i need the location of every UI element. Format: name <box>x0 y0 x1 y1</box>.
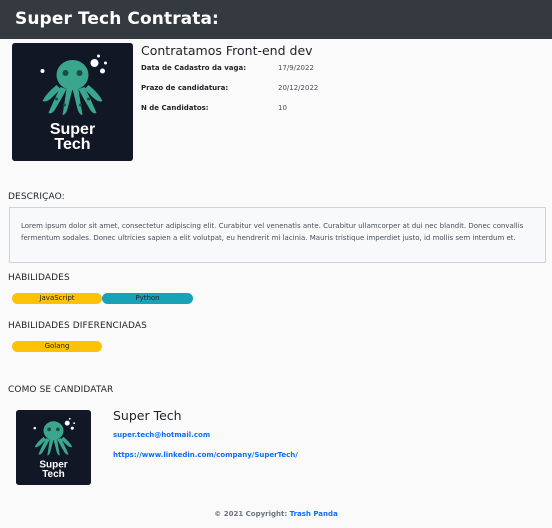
candidates-value: 10 <box>278 104 287 112</box>
footer-brand-link[interactable]: Trash Panda <box>290 510 338 518</box>
linkedin-link[interactable]: https://www.linkedin.com/company/SuperTe… <box>113 451 298 459</box>
octopus-logo-icon: Super Tech <box>12 43 133 161</box>
skill-badge: JavaScript <box>12 293 102 304</box>
email-link[interactable]: super.tech@hotmail.com <box>113 431 210 439</box>
page-title: Super Tech Contrata: <box>15 9 219 29</box>
footer: © 2021 Copyright: Trash Panda <box>0 510 552 518</box>
page-header: Super Tech Contrata: <box>0 0 552 39</box>
registration-date-value: 17/9/2022 <box>278 64 314 72</box>
company-name: Super Tech <box>113 408 182 423</box>
apply-heading: COMO SE CANDIDATAR <box>8 385 114 395</box>
octopus-logo-icon: Super Tech <box>16 410 91 485</box>
skill-badge: Python <box>102 293 193 304</box>
company-logo: Super Tech <box>12 43 133 161</box>
skills-heading: HABILIDADES <box>8 273 70 283</box>
job-title: Contratamos Front-end dev <box>141 43 313 58</box>
deadline-value: 20/12/2022 <box>278 84 319 92</box>
company-logo-small: Super Tech <box>16 410 91 485</box>
description-text: Lorem ipsum dolor sit amet, consectetur … <box>21 222 524 242</box>
deadline-label: Prazo de candidatura: <box>141 84 229 92</box>
description-box: Lorem ipsum dolor sit amet, consectetur … <box>9 207 546 263</box>
svg-text:Tech: Tech <box>54 136 90 153</box>
copyright-text: © 2021 Copyright: <box>214 510 288 518</box>
diff-skills-heading: HABILIDADES DIFERENCIADAS <box>8 321 147 331</box>
registration-date-label: Data de Cadastro da vaga: <box>141 64 247 72</box>
candidates-label: N de Candidatos: <box>141 104 209 112</box>
svg-text:Tech: Tech <box>42 469 65 480</box>
description-heading: DESCRIÇAO: <box>8 192 65 202</box>
diff-skill-badge: Golang <box>12 341 102 352</box>
